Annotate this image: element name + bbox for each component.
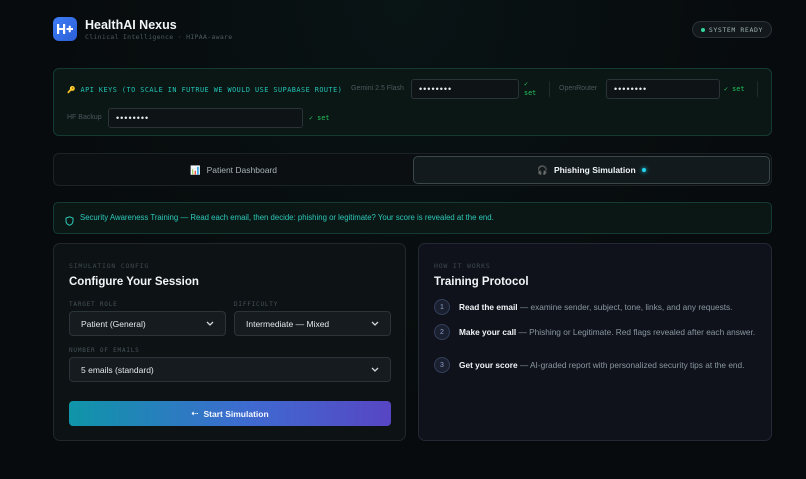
shield-icon bbox=[65, 213, 74, 231]
tab-label: Phishing Simulation bbox=[553, 165, 636, 175]
hf-key-input[interactable]: •••••••• bbox=[108, 108, 303, 128]
email-count-value: 5 emails (standard) bbox=[81, 364, 154, 375]
how-eyebrow: HOW IT WORKS bbox=[434, 262, 491, 270]
step-description: — examine sender, subject, tone, links, … bbox=[517, 302, 733, 312]
app-logo-icon bbox=[53, 17, 77, 41]
difficulty-label: DIFFICULTY bbox=[234, 301, 279, 308]
tab-label: Patient Dashboard bbox=[206, 165, 277, 175]
app-title: HealthAI Nexus bbox=[85, 18, 177, 32]
step-text: Get your score — AI-graded report with p… bbox=[459, 359, 759, 372]
start-simulation-label: Start Simulation bbox=[203, 408, 269, 419]
how-it-works-card: HOW IT WORKS Training Protocol 1 Read th… bbox=[418, 243, 772, 441]
chart-icon: 📊 bbox=[189, 164, 201, 175]
simulation-config-card: SIMULATION CONFIG Configure Your Session… bbox=[53, 243, 406, 441]
step-text: Make your call — Phishing or Legitimate.… bbox=[459, 326, 759, 339]
difficulty-value: Intermediate — Mixed bbox=[246, 318, 330, 329]
api-keys-panel: 🔑 API KEYS (TO SCALE IN FUTRUE WE WOULD … bbox=[53, 68, 772, 136]
main-tabs: 📊 Patient Dashboard 🎧 Phishing Simulatio… bbox=[53, 153, 772, 186]
how-title: Training Protocol bbox=[434, 276, 529, 288]
openrouter-key-set-status: ✓ set bbox=[724, 85, 745, 93]
headset-icon: 🎧 bbox=[537, 164, 548, 175]
email-count-label: NUMBER OF EMAILS bbox=[69, 347, 140, 354]
tab-patient-dashboard[interactable]: 📊 Patient Dashboard bbox=[56, 156, 411, 184]
gemini-key-set-status: ✓ set bbox=[524, 80, 537, 97]
hf-key-set-status: ✓ set bbox=[309, 114, 330, 122]
arrow-icon: ⇠ bbox=[191, 408, 199, 418]
config-title: Configure Your Session bbox=[69, 276, 199, 288]
step-number-badge: 3 bbox=[434, 357, 450, 373]
chevron-down-icon bbox=[206, 319, 214, 328]
chevron-down-icon bbox=[371, 365, 379, 374]
step-text: Read the email — examine sender, subject… bbox=[459, 301, 759, 314]
divider bbox=[757, 81, 758, 97]
config-eyebrow: SIMULATION CONFIG bbox=[69, 262, 150, 270]
status-dot-icon bbox=[700, 27, 705, 32]
system-status-label: SYSTEM READY bbox=[708, 25, 763, 34]
divider bbox=[549, 81, 550, 97]
target-role-value: Patient (General) bbox=[81, 318, 146, 329]
api-keys-title: 🔑 API KEYS (TO SCALE IN FUTRUE WE WOULD … bbox=[67, 86, 343, 94]
step-number-badge: 2 bbox=[434, 324, 450, 340]
gemini-key-label: Gemini 2.5 Flash bbox=[351, 85, 404, 92]
tab-phishing-simulation[interactable]: 🎧 Phishing Simulation bbox=[413, 156, 770, 184]
banner-text: Security Awareness Training — Read each … bbox=[80, 213, 494, 222]
difficulty-select[interactable]: Intermediate — Mixed bbox=[234, 311, 391, 336]
step-description: — Phishing or Legitimate. Red flags reve… bbox=[516, 327, 756, 337]
hf-key-label: HF Backup bbox=[67, 114, 102, 121]
openrouter-key-label: OpenRouter bbox=[559, 85, 598, 92]
email-count-select[interactable]: 5 emails (standard) bbox=[69, 357, 391, 382]
active-indicator-icon bbox=[641, 168, 646, 172]
step-title: Get your score bbox=[459, 360, 518, 370]
openrouter-key-input[interactable]: •••••••• bbox=[606, 79, 720, 99]
start-simulation-button[interactable]: ⇠ Start Simulation bbox=[69, 401, 391, 426]
gemini-key-input[interactable]: •••••••• bbox=[411, 79, 519, 99]
step-description: — AI-graded report with personalized sec… bbox=[517, 360, 745, 370]
chevron-down-icon bbox=[371, 319, 379, 328]
app-header: HealthAI Nexus Clinical Intelligence · H… bbox=[53, 16, 772, 46]
training-info-banner: Security Awareness Training — Read each … bbox=[53, 202, 772, 234]
app-subtitle: Clinical Intelligence · HIPAA-aware bbox=[85, 33, 233, 41]
system-status-badge: SYSTEM READY bbox=[691, 21, 772, 38]
step-title: Make your call bbox=[459, 327, 517, 337]
step-number-badge: 1 bbox=[434, 299, 450, 315]
target-role-select[interactable]: Patient (General) bbox=[69, 311, 226, 336]
target-role-label: TARGET ROLE bbox=[69, 301, 118, 308]
step-title: Read the email bbox=[459, 302, 518, 312]
